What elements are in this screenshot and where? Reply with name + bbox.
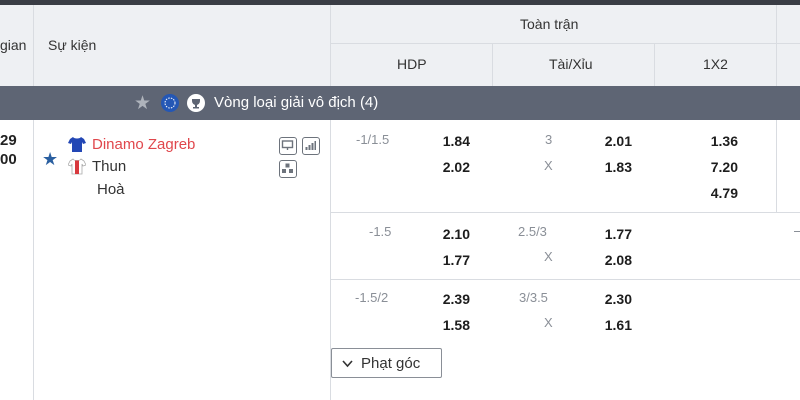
trophy-badge-icon: [187, 94, 205, 112]
over-under-header[interactable]: Tài/Xỉu: [549, 56, 593, 72]
uefa-badge-icon: [161, 94, 179, 112]
divider: [654, 44, 655, 86]
star-icon[interactable]: ★: [134, 94, 151, 113]
favorite-star-icon[interactable]: ★: [42, 150, 58, 168]
ou-under-odd[interactable]: 1.83: [582, 159, 632, 175]
hdp-line: -1/1.5: [356, 132, 390, 147]
divider: [331, 212, 800, 213]
draw-label: Hoà: [97, 181, 125, 198]
corner-kicks-label: Phạt góc: [361, 354, 421, 372]
full-match-header: Toàn trận: [520, 16, 579, 32]
hdp-away-odd[interactable]: 2.02: [420, 159, 470, 175]
hdp-home-odd[interactable]: 2.39: [420, 291, 470, 307]
stats-icon[interactable]: [302, 137, 320, 155]
hdp-line: -1.5/2: [355, 290, 389, 305]
ou-x-label: X: [544, 249, 553, 264]
ou-over-odd[interactable]: 2.30: [582, 291, 632, 307]
time-column-header: gian: [0, 37, 27, 53]
league-title: Vòng loại giải vô địch: [214, 94, 356, 111]
away-team[interactable]: Thun: [92, 158, 126, 175]
match-time: 00: [0, 151, 17, 168]
divider: [33, 120, 34, 400]
home-jersey-icon: [68, 136, 86, 158]
away-jersey-icon: [67, 158, 87, 180]
ou-x-label: X: [544, 158, 553, 173]
hdp-line: -1.5: [369, 224, 392, 239]
lineup-icon[interactable]: [279, 160, 297, 178]
league-count: (4): [359, 94, 379, 111]
ou-under-odd[interactable]: 2.08: [582, 252, 632, 268]
divider: [492, 44, 493, 86]
table-header: [0, 5, 800, 86]
hdp-away-odd[interactable]: 1.58: [420, 317, 470, 333]
event-column-header: Sự kiện: [48, 37, 97, 53]
hdp-home-odd[interactable]: 2.10: [420, 226, 470, 242]
home-team[interactable]: Dinamo Zagreb: [92, 136, 195, 153]
league-bar[interactable]: [0, 86, 800, 120]
divider: [33, 5, 34, 86]
ou-over-odd[interactable]: 1.77: [582, 226, 632, 242]
hdp-header[interactable]: HDP: [397, 56, 427, 72]
1x2-away-odd[interactable]: 4.79: [688, 185, 738, 201]
ou-line: 3: [545, 132, 553, 147]
1x2-header[interactable]: 1X2: [703, 56, 728, 72]
ou-under-odd[interactable]: 1.61: [582, 317, 632, 333]
live-stream-icon[interactable]: [279, 137, 297, 155]
hdp-away-odd[interactable]: 1.77: [420, 252, 470, 268]
league-name[interactable]: Vòng loại giải vô địch (4): [214, 94, 378, 111]
ou-x-label: X: [544, 315, 553, 330]
ou-over-odd[interactable]: 2.01: [582, 133, 632, 149]
1x2-home-odd[interactable]: 1.36: [688, 133, 738, 149]
ou-line: 3/3.5: [519, 290, 548, 305]
divider: [330, 5, 331, 86]
divider: [331, 43, 800, 44]
hdp-home-odd[interactable]: 1.84: [420, 133, 470, 149]
ou-line: 2.5/3: [518, 224, 547, 239]
match-time: 29: [0, 132, 17, 149]
divider: [776, 120, 777, 212]
divider: [776, 5, 777, 86]
chevron-down-icon: [342, 355, 353, 372]
corner-kicks-button[interactable]: Phạt góc: [331, 348, 442, 378]
1x2-draw-odd[interactable]: 7.20: [688, 159, 738, 175]
edge-dash: [794, 231, 800, 232]
divider: [331, 279, 800, 280]
